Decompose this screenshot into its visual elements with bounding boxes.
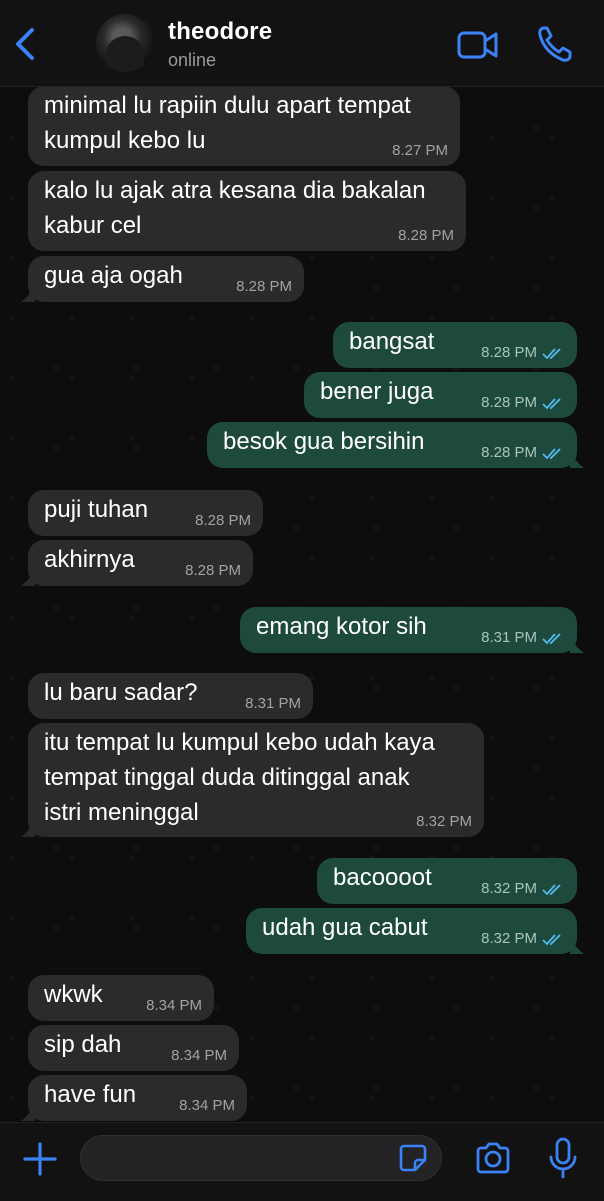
chat-header: theodore online (0, 0, 604, 87)
avatar[interactable] (96, 14, 154, 72)
message-time: 8.28 PM (481, 394, 537, 411)
message-bubble-outgoing[interactable]: besok gua bersihin 8.28 PM (207, 422, 584, 468)
message-bubble-incoming[interactable]: puji tuhan 8.28 PM (28, 490, 263, 536)
bubble-tail (21, 286, 35, 302)
message-time: 8.28 PM (398, 227, 454, 244)
bubble-tail (570, 452, 584, 468)
message-bubble-incoming[interactable]: have fun 8.34 PM (21, 1075, 247, 1121)
composer-bar (0, 1122, 604, 1201)
camera-icon[interactable] (474, 1141, 512, 1175)
message-time: 8.28 PM (481, 444, 537, 461)
message-meta: 8.32 PM (481, 880, 565, 898)
message-bubble-incoming[interactable]: gua aja ogah 8.28 PM (21, 256, 304, 302)
message-time: 8.28 PM (195, 512, 251, 529)
message-bubble-incoming[interactable]: sip dah 8.34 PM (28, 1025, 239, 1071)
double-check-icon (542, 633, 561, 645)
bubble-tail (570, 938, 584, 954)
message-text: itu tempat lu kumpul kebo udah kaya temp… (44, 729, 435, 826)
double-check-icon (542, 398, 561, 410)
chevron-left-icon[interactable] (12, 24, 38, 64)
double-check-icon (542, 348, 561, 360)
message-bubble-outgoing[interactable]: bener juga 8.28 PM (304, 372, 577, 418)
microphone-icon[interactable] (548, 1137, 578, 1179)
avatar-silhouette (106, 36, 144, 72)
double-check-icon (542, 448, 561, 460)
message-time: 8.28 PM (236, 278, 292, 295)
message-input[interactable] (80, 1135, 442, 1181)
phone-icon[interactable] (536, 24, 574, 64)
double-check-icon (542, 884, 561, 896)
contact-status: online (168, 50, 217, 70)
bubble-tail (21, 1105, 35, 1121)
bubble-tail (570, 637, 584, 653)
message-bubble-incoming[interactable]: itu tempat lu kumpul kebo udah kaya temp… (21, 723, 484, 837)
message-bubble-outgoing[interactable]: bacoooot 8.32 PM (317, 858, 577, 904)
message-bubble-incoming[interactable]: akhirnya 8.28 PM (21, 540, 253, 586)
double-check-icon (542, 934, 561, 946)
message-time: 8.31 PM (481, 629, 537, 646)
message-time: 8.34 PM (146, 997, 202, 1014)
message-text: kalo lu ajak atra kesana dia bakalan kab… (44, 177, 426, 239)
message-meta: 8.31 PM (481, 629, 565, 647)
message-meta: 8.28 PM (481, 444, 565, 462)
bubble-tail (21, 821, 35, 837)
message-time: 8.32 PM (481, 880, 537, 897)
sticker-icon[interactable] (398, 1143, 428, 1173)
bubble-tail (21, 570, 35, 586)
message-text: minimal lu rapiin dulu apart tempat kump… (44, 92, 411, 154)
message-time: 8.27 PM (392, 142, 448, 159)
message-time: 8.28 PM (481, 344, 537, 361)
plus-icon[interactable] (22, 1141, 58, 1177)
message-time: 8.32 PM (416, 813, 472, 830)
message-bubble-outgoing[interactable]: bangsat 8.28 PM (333, 322, 577, 368)
message-meta: 8.28 PM (481, 344, 565, 362)
message-time: 8.32 PM (481, 930, 537, 947)
message-bubble-incoming[interactable]: lu baru sadar? 8.31 PM (28, 673, 313, 719)
message-time: 8.28 PM (185, 562, 241, 579)
message-bubble-outgoing[interactable]: udah gua cabut 8.32 PM (246, 908, 584, 954)
message-bubble-incoming[interactable]: kalo lu ajak atra kesana dia bakalan kab… (28, 171, 466, 251)
message-time: 8.31 PM (245, 695, 301, 712)
message-meta: 8.28 PM (481, 394, 565, 412)
video-camera-icon[interactable] (456, 28, 500, 62)
message-bubble-outgoing[interactable]: emang kotor sih 8.31 PM (240, 607, 584, 653)
message-time: 8.34 PM (179, 1097, 235, 1114)
contact-name[interactable]: theodore (168, 18, 272, 46)
message-bubble-incoming[interactable]: wkwk 8.34 PM (28, 975, 214, 1021)
message-bubble-incoming[interactable]: minimal lu rapiin dulu apart tempat kump… (28, 86, 460, 166)
message-meta: 8.32 PM (481, 930, 565, 948)
message-time: 8.34 PM (171, 1047, 227, 1064)
